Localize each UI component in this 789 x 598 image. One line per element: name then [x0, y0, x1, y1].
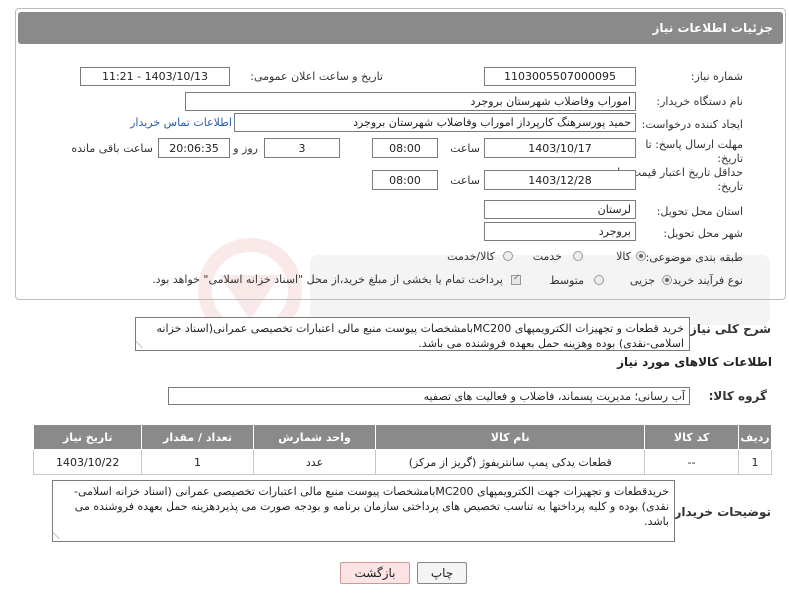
deadline-time-label: ساعت: [450, 142, 480, 155]
process-label: نوع فرآیند خرید :: [665, 274, 743, 287]
requester-label: ایجاد کننده درخواست:: [641, 118, 743, 131]
days-label: روز و: [233, 142, 258, 155]
goods-table-header: ردیف کد کالا نام کالا واحد شمارش تعداد /…: [32, 424, 772, 450]
category-radio-goods-service[interactable]: [503, 251, 513, 261]
cell-qty: 1: [141, 449, 254, 475]
process-medium-label: متوسط: [549, 274, 584, 287]
remaining-time-label: ساعت باقی مانده: [71, 142, 153, 155]
treasury-payment-checkbox[interactable]: [511, 273, 521, 285]
table-row: 1 -- قطعات یدکی پمپ سانتریفوژ (گریز از م…: [32, 449, 772, 475]
announce-date-label: تاریخ و ساعت اعلان عمومی:: [250, 70, 383, 83]
category-service-label: خدمت: [532, 250, 562, 263]
goods-group-label: گروه کالا:: [708, 389, 767, 403]
resize-grip-icon[interactable]: [53, 531, 68, 539]
process-radio-medium[interactable]: [594, 275, 604, 285]
treasury-payment-note: پرداخت تمام یا بخشی از مبلغ خرید،از محل …: [152, 273, 503, 286]
col-qty: تعداد / مقدار: [141, 424, 254, 450]
province-field: لرستان: [484, 200, 636, 219]
col-unit: واحد شمارش: [252, 424, 377, 450]
buyer-notes-textarea[interactable]: خریدقطعات و تجهیزات جهت الکترویمپهای MC2…: [52, 480, 675, 542]
deadline-label: مهلت ارسال پاسخ: تا تاریخ:: [645, 138, 743, 165]
cell-row: 1: [738, 449, 772, 475]
remaining-time-field: 20:06:35: [158, 138, 230, 158]
price-validity-date-field: 1403/12/28: [484, 170, 636, 190]
price-validity-time-label: ساعت: [450, 174, 480, 187]
price-validity-time-field: 08:00: [372, 170, 438, 190]
description-text: خرید قطعات و تجهیزات الکترویمپهای MC200ب…: [156, 322, 685, 350]
announce-date-field: 1403/10/13 - 11:21: [80, 67, 230, 86]
process-radio-partial[interactable]: [662, 275, 672, 285]
contact-link[interactable]: اطلاعات تماس خریدار: [130, 116, 232, 129]
cell-code: --: [644, 449, 740, 475]
category-goods-label: کالا: [616, 250, 631, 263]
cell-unit: عدد: [252, 449, 377, 475]
buyer-notes-label: توضیحات خریدار:: [669, 505, 771, 519]
description-textarea[interactable]: خرید قطعات و تجهیزات الکترویمپهای MC200ب…: [135, 317, 690, 351]
category-goods-service-label: کالا/خدمت: [447, 250, 495, 263]
col-row: ردیف: [738, 424, 772, 450]
province-label: استان محل تحویل:: [656, 205, 743, 218]
requester-field: حمید پورسرهنگ کارپرداز اموراب وفاضلاب شه…: [234, 113, 636, 132]
cell-date: 1403/10/22: [32, 449, 143, 475]
print-button[interactable]: چاپ: [417, 562, 467, 584]
buyer-notes-text: خریدقطعات و تجهیزات جهت الکترویمپهای MC2…: [73, 485, 669, 528]
deadline-date-field: 1403/10/17: [484, 138, 636, 158]
cell-name: قطعات یدکی پمپ سانتریفوژ (گریز از مرکز): [375, 449, 646, 475]
resize-grip-icon[interactable]: [136, 340, 151, 348]
col-date: تاریخ نیاز: [32, 424, 143, 450]
back-button[interactable]: بازگشت: [340, 562, 410, 584]
goods-group-field: آب رسانی؛ مدیریت پسماند، فاضلاب و فعالیت…: [168, 387, 690, 405]
category-radio-service[interactable]: [573, 251, 583, 261]
days-remaining-field: 3: [264, 138, 340, 158]
buyer-org-field: اموراب وفاضلاب شهرستان بروجرد: [185, 92, 636, 111]
buyer-org-label: نام دستگاه خریدار:: [656, 95, 743, 108]
description-label: شرح کلی نیاز:: [685, 322, 771, 336]
col-code: کد کالا: [644, 424, 740, 450]
need-number-label: شماره نیاز:: [690, 70, 743, 83]
category-label: طبقه بندی موضوعی:: [645, 251, 743, 264]
city-label: شهر محل تحویل:: [663, 227, 743, 240]
deadline-time-field: 08:00: [372, 138, 438, 158]
goods-table: ردیف کد کالا نام کالا واحد شمارش تعداد /…: [32, 424, 772, 475]
panel-title: جزئیات اطلاعات نیاز: [18, 12, 783, 44]
goods-section-title: اطلاعات کالاهای مورد نیاز: [617, 355, 772, 369]
city-field: بروجرد: [484, 222, 636, 241]
need-number-field: 1103005507000095: [484, 67, 636, 86]
category-radio-goods[interactable]: [636, 251, 646, 261]
col-name: نام کالا: [375, 424, 646, 450]
process-partial-label: جزیی: [629, 274, 655, 287]
